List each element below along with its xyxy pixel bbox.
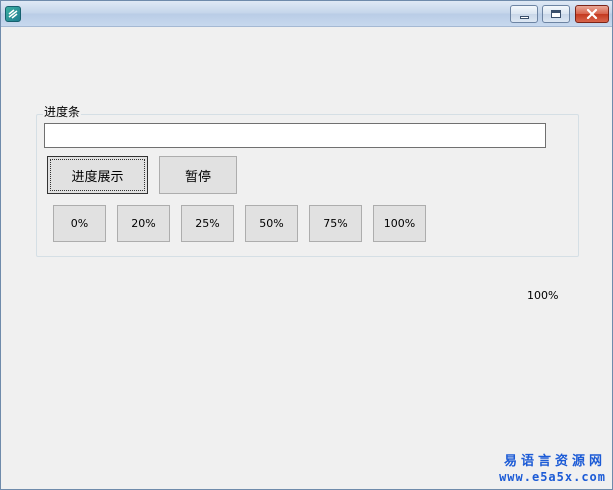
main-window: 进度条 进度展示 暂停 0% 20% 25% 50% 75% 100% 100%…	[0, 0, 613, 490]
app-icon[interactable]	[5, 6, 21, 22]
watermark: 易语言资源网 www.e5a5x.com	[499, 454, 606, 485]
title-bar[interactable]	[1, 1, 612, 27]
preset-100-button[interactable]: 100%	[373, 205, 426, 242]
minimize-icon	[511, 6, 537, 22]
preset-25-button[interactable]: 25%	[181, 205, 234, 242]
close-icon	[576, 6, 608, 22]
pause-button[interactable]: 暂停	[159, 156, 237, 194]
watermark-url: www.e5a5x.com	[499, 470, 606, 484]
maximize-button[interactable]	[542, 5, 570, 23]
preset-0-button[interactable]: 0%	[53, 205, 106, 242]
show-progress-button[interactable]: 进度展示	[47, 156, 148, 194]
close-button[interactable]	[575, 5, 609, 23]
progress-bar	[44, 123, 546, 148]
groupbox-label: 进度条	[43, 104, 82, 120]
preset-20-button[interactable]: 20%	[117, 205, 170, 242]
percent-label: 100%	[527, 289, 559, 302]
watermark-name: 易语言资源网	[503, 454, 606, 469]
minimize-button[interactable]	[510, 5, 538, 23]
maximize-icon	[543, 6, 569, 22]
preset-50-button[interactable]: 50%	[245, 205, 298, 242]
preset-75-button[interactable]: 75%	[309, 205, 362, 242]
